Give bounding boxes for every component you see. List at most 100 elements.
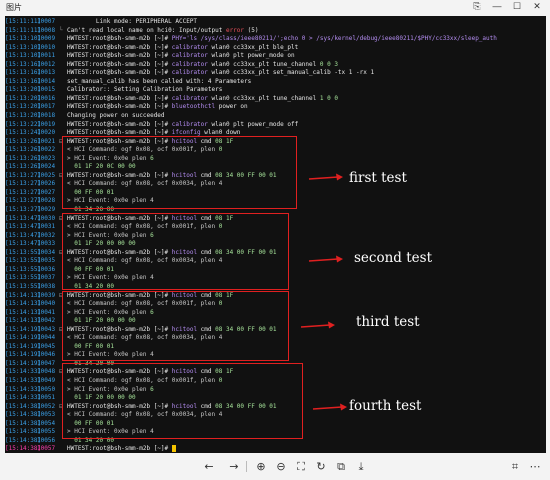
line-segment: HWTEST:root@bsh-smm-m2b [~]# xyxy=(67,35,172,43)
line-segment: power on xyxy=(215,103,248,111)
gutter-marker xyxy=(59,52,67,61)
line-number: 10044 xyxy=(37,334,56,342)
line-number: 10007 xyxy=(37,18,56,25)
line-timestamp: [15:13:24] xyxy=(5,129,42,137)
line-segment: error xyxy=(225,26,245,34)
line-timestamp: [15:14:38] xyxy=(5,419,42,427)
line-text: Changing power on succeeded xyxy=(67,112,546,121)
line-segment: HWTEST:root@bsh-smm-m2b [~]# xyxy=(67,120,172,128)
terminal-line: [15:13:16] 10014 set_manual_calib has been… xyxy=(5,78,546,87)
line-number: 10020 xyxy=(37,129,56,137)
line-timestamp: [15:13:26] xyxy=(5,163,42,171)
line-text: set_manual_calib has been called with: 4… xyxy=(67,78,546,87)
line-number: 10040 xyxy=(37,300,56,308)
line-segment: 0 0 3 xyxy=(319,60,338,68)
copy-icon[interactable]: ⧉ xyxy=(334,460,348,474)
line-number: 10055 xyxy=(37,428,56,436)
line-number: 10037 xyxy=(37,274,56,282)
line-segment: HWTEST:root@bsh-smm-m2b [~]# xyxy=(67,103,172,111)
gutter-marker xyxy=(59,18,67,27)
annotation-label-first: first test xyxy=(349,170,407,186)
arrow-icon-second xyxy=(308,255,343,263)
annotation-box-second xyxy=(62,213,289,290)
line-number: 10021 xyxy=(37,137,56,145)
line-timestamp: [15:13:55] xyxy=(5,257,42,265)
line-segment: wlan0 plt power_mode off xyxy=(207,120,299,128)
line-timestamp: [15:13:27] xyxy=(5,171,42,179)
line-number: 10031 xyxy=(37,223,56,231)
zoom-out-icon[interactable]: ⊖ xyxy=(274,460,288,474)
zoom-in-icon[interactable]: ⊕ xyxy=(254,460,268,474)
terminal-line: [15:13:10] 10010 HWTEST:root@bsh-smm-m2b [… xyxy=(5,44,546,53)
arrow-icon-first xyxy=(308,173,343,181)
line-segment: HWTEST:root@bsh-smm-m2b [~]# xyxy=(67,52,172,60)
window-title: 图片 xyxy=(6,3,22,12)
line-timestamp: [15:14:33] xyxy=(5,385,42,393)
save-icon[interactable]: ⤓ xyxy=(354,460,368,474)
line-number: 10054 xyxy=(37,419,56,427)
line-timestamp: [15:14:13] xyxy=(5,317,42,325)
line-number: 10029 xyxy=(37,206,56,214)
arrow-icon-third xyxy=(300,321,335,329)
line-number: 10035 xyxy=(37,257,56,265)
line-number: 10036 xyxy=(37,265,56,273)
line-number: 10032 xyxy=(37,231,56,239)
line-number: 10014 xyxy=(37,77,56,85)
line-number: 10011 xyxy=(37,52,56,60)
line-timestamp: [15:13:27] xyxy=(5,188,42,196)
ocr-icon[interactable]: ⌗ xyxy=(508,460,522,474)
annotation-label-fourth: fourth test xyxy=(349,398,422,414)
line-number: 10049 xyxy=(37,376,56,384)
line-segment: calibrator xyxy=(171,52,208,60)
line-timestamp: [15:13:47] xyxy=(5,214,42,222)
fit-to-window-icon[interactable]: ⛶ xyxy=(294,460,308,474)
line-segment: HWTEST:root@bsh-smm-m2b [~]# xyxy=(67,69,172,77)
previous-arrow-icon[interactable]: ← xyxy=(202,460,216,474)
next-arrow-icon[interactable]: → xyxy=(227,460,241,474)
line-timestamp: [15:13:26] xyxy=(5,154,42,162)
line-timestamp: [15:14:13] xyxy=(5,291,42,299)
line-number: 10019 xyxy=(37,120,56,128)
line-timestamp: [15:13:55] xyxy=(5,248,42,256)
line-number: 10030 xyxy=(37,214,56,222)
line-text: Link mode: PERIPHERAL ACCEPT xyxy=(67,18,546,27)
toolbar-divider xyxy=(246,461,247,472)
line-text: HWTEST:root@bsh-smm-m2b [~]# bluetoothct… xyxy=(67,103,546,112)
line-segment: Calibrator:: Setting Calibration Paramet… xyxy=(67,86,223,94)
gutter-marker xyxy=(59,95,67,104)
line-text: Calibrator:: Setting Calibration Paramet… xyxy=(67,86,546,95)
line-timestamp: [15:13:20] xyxy=(5,86,42,94)
line-text: HWTEST:root@bsh-smm-m2b [~]# calibrator … xyxy=(67,69,546,78)
rotate-icon[interactable]: ↻ xyxy=(314,460,328,474)
line-segment: calibrator xyxy=(171,60,208,68)
line-segment: Can't read local name on hci0: Input/out… xyxy=(67,26,226,34)
line-segment: set_manual_calib has been called with: 4… xyxy=(67,77,252,85)
minimize-button[interactable]: — xyxy=(490,1,504,11)
gutter-marker xyxy=(59,121,67,130)
terminal-line: [15:13:20] 10017 HWTEST:root@bsh-smm-m2b [… xyxy=(5,103,546,112)
maximize-button[interactable]: ☐ xyxy=(510,1,524,12)
line-timestamp: [15:14:33] xyxy=(5,394,42,402)
title-bar: 图片 ⎘ — ☐ ✕ xyxy=(0,0,550,16)
line-number: 10023 xyxy=(37,154,56,162)
terminal-line: [15:13:16] 10012 HWTEST:root@bsh-smm-m2b [… xyxy=(5,61,546,70)
line-number: 10052 xyxy=(37,402,56,410)
more-options-icon[interactable]: ⋯ xyxy=(528,460,542,474)
line-segment: wlan0 plt power_mode on xyxy=(207,52,295,60)
line-text: HWTEST:root@bsh-smm-m2b [~]# calibrator … xyxy=(67,95,546,104)
pin-icon[interactable]: ⎘ xyxy=(470,1,484,12)
line-segment: wlan0 cc33xx_plt set_manual_calib -tx 1 … xyxy=(207,69,375,77)
line-segment: HWTEST:root@bsh-smm-m2b [~]# xyxy=(67,94,172,102)
close-button[interactable]: ✕ xyxy=(530,1,544,12)
line-timestamp: [15:13:16] xyxy=(5,69,42,77)
line-text: HWTEST:root@bsh-smm-m2b [~]# calibrator … xyxy=(67,52,546,61)
gutter-marker xyxy=(59,35,67,44)
line-segment: HWTEST:root@bsh-smm-m2b [~]# xyxy=(67,43,172,51)
line-timestamp: [15:11:11] xyxy=(5,26,42,34)
line-timestamp: [15:13:10] xyxy=(5,35,42,43)
line-segment: wlan0 cc33xx_plt tune_channel xyxy=(207,94,320,102)
line-timestamp: [15:13:20] xyxy=(5,112,42,120)
line-number: 10042 xyxy=(37,317,56,325)
terminal-line: [15:13:16] 10013 HWTEST:root@bsh-smm-m2b [… xyxy=(5,69,546,78)
line-timestamp: [15:11:11] xyxy=(5,18,42,25)
